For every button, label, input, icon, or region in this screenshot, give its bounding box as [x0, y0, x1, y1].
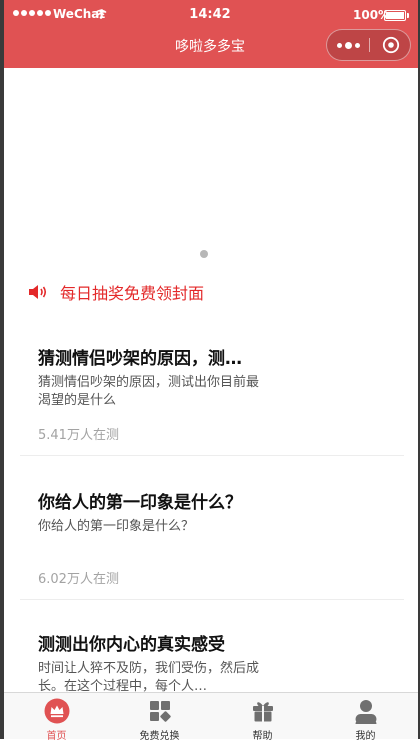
tab-label: 首页	[46, 731, 67, 742]
tab-mine[interactable]: 我的	[313, 693, 418, 742]
card-divider	[20, 599, 404, 600]
more-menu-icon[interactable]	[327, 30, 369, 60]
mini-program-capsule	[326, 29, 411, 61]
status-bar: WeChat 14:42 100%	[0, 0, 420, 30]
card-description: 你给人的第一印象是什么？	[38, 519, 195, 534]
tab-label: 我的	[355, 731, 376, 742]
card-description: 时间让人猝不及防，我们受伤，然后成长。在这个过程中，每个人…	[38, 661, 260, 694]
crown-icon	[44, 698, 70, 724]
tab-home[interactable]: 首页	[4, 693, 109, 742]
notice-text: 每日抽奖免费领封面	[60, 284, 205, 303]
banner-carousel[interactable]	[4, 68, 418, 268]
card-description: 猜测情侣吵架的原因，测试出你目前最渴望的是什么	[38, 375, 260, 408]
card-title: 测测出你内心的真实感受	[38, 635, 225, 655]
close-target-icon[interactable]	[382, 36, 400, 54]
tab-help[interactable]: 帮助	[210, 693, 315, 742]
card-title: 猜测情侣吵架的原因，测…	[38, 349, 242, 369]
quiz-card[interactable]: 猜测情侣吵架的原因，测… 猜测情侣吵架的原因，测试出你目前最渴望的是什么 5.4…	[20, 344, 404, 444]
quiz-card[interactable]: 你给人的第一印象是什么？ 你给人的第一印象是什么？ 6.02万人在测	[20, 488, 404, 588]
battery-icon	[384, 10, 409, 21]
carousel-indicator	[200, 250, 208, 258]
app-header: WeChat 14:42 100% 哆啦多多宝	[0, 0, 420, 68]
grid-icon	[150, 701, 171, 722]
card-participant-count: 6.02万人在测	[38, 572, 119, 587]
tab-label: 免费兑换	[139, 731, 180, 742]
speaker-icon	[29, 285, 47, 299]
notice-bar[interactable]: 每日抽奖免费领封面	[28, 280, 204, 304]
tab-bar: 首页 免费兑换 帮助 我的	[0, 692, 420, 742]
card-participant-count: 5.41万人在测	[38, 428, 119, 443]
tab-label: 帮助	[252, 731, 273, 742]
quiz-card[interactable]: 测测出你内心的真实感受 时间让人猝不及防，我们受伤，然后成长。在这个过程中，每个…	[20, 630, 404, 694]
gift-icon	[253, 702, 273, 722]
user-icon	[355, 700, 377, 724]
card-divider	[20, 455, 404, 456]
device-frame-left	[0, 0, 4, 739]
tab-free-exchange[interactable]: 免费兑换	[107, 693, 212, 742]
capsule-divider	[369, 38, 370, 52]
card-title: 你给人的第一印象是什么？	[38, 493, 242, 513]
